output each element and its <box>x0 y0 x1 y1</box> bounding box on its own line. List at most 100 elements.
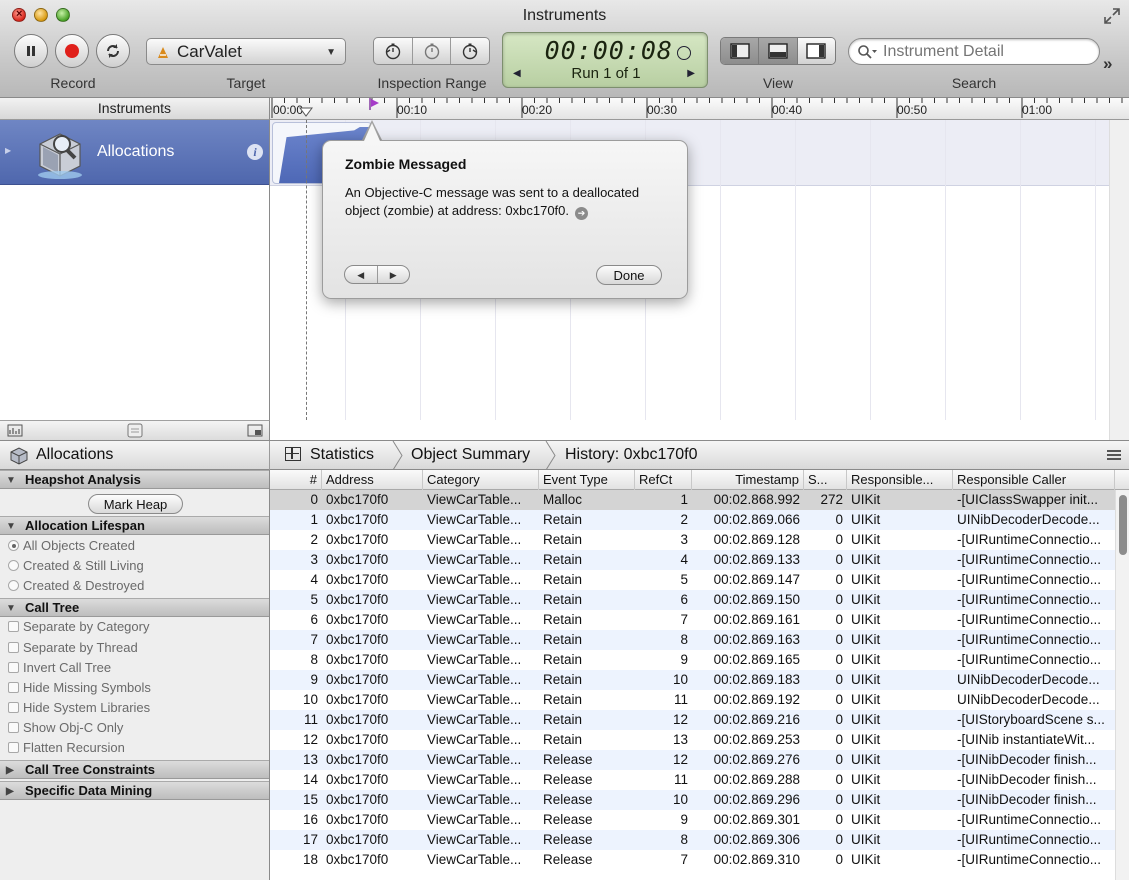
view-right-pane-button[interactable] <box>797 38 835 64</box>
previous-event-button[interactable]: ◀ <box>345 266 378 283</box>
cell-category: ViewCarTable... <box>427 592 522 607</box>
cell-responsible-caller: -[UIRuntimeConnectio... <box>957 612 1102 627</box>
view-bottom-pane-button[interactable] <box>759 38 798 64</box>
chevron-down-icon: ▼ <box>326 47 336 58</box>
pause-button[interactable] <box>14 34 48 68</box>
mark-heap-button[interactable]: Mark Heap <box>88 494 183 514</box>
table-row[interactable]: 2 0xbc170f0 ViewCarTable... Retain 3 00:02.86… <box>270 530 1115 550</box>
inspection-start-button[interactable] <box>374 38 413 64</box>
inspection-clear-button[interactable] <box>413 38 452 64</box>
record-label: Record <box>50 75 96 91</box>
checkbox-hide-system-libraries[interactable]: Hide System Libraries <box>8 699 150 717</box>
checkbox-hide-missing-symbols[interactable]: Hide Missing Symbols <box>8 679 151 697</box>
section-call-tree-constraints[interactable]: ▶ Call Tree Constraints <box>0 760 269 779</box>
cell-event-type: Release <box>543 832 593 847</box>
next-event-button[interactable]: ▶ <box>378 266 410 283</box>
time-ruler[interactable]: 00:00 00:10 00:20 00:30 00:40 00:50 01:0… <box>270 98 1129 120</box>
checkbox-invert-call-tree[interactable]: Invert Call Tree <box>8 659 111 677</box>
cell-event-type: Release <box>543 852 593 867</box>
track-height-icon[interactable] <box>127 423 143 438</box>
radio-created-still-living[interactable]: Created & Still Living <box>8 557 144 575</box>
table-row[interactable]: 1 0xbc170f0 ViewCarTable... Retain 2 00:02.86… <box>270 510 1115 530</box>
table-row[interactable]: 18 0xbc170f0 ViewCarTable... Release 7 00:02.… <box>270 850 1115 870</box>
view-label: View <box>762 75 794 91</box>
done-button[interactable]: Done <box>596 265 662 285</box>
cell-category: ViewCarTable... <box>427 692 522 707</box>
column-header-timestamp[interactable]: Timestamp <box>692 470 804 490</box>
table-row[interactable]: 16 0xbc170f0 ViewCarTable... Release 9 00:02.… <box>270 810 1115 830</box>
table-row[interactable]: 4 0xbc170f0 ViewCarTable... Retain 5 00:02.86… <box>270 570 1115 590</box>
section-specific-data-mining[interactable]: ▶ Specific Data Mining <box>0 781 269 800</box>
graph-style-icon[interactable] <box>7 424 23 437</box>
table-row[interactable]: 7 0xbc170f0 ViewCarTable... Retain 8 00:02.86… <box>270 630 1115 650</box>
table-scrollbar[interactable] <box>1115 490 1129 880</box>
cell-event-type: Retain <box>543 712 583 727</box>
checkbox-flatten-recursion[interactable]: Flatten Recursion <box>8 739 125 757</box>
table-row[interactable]: 3 0xbc170f0 ViewCarTable... Retain 4 00:02.86… <box>270 550 1115 570</box>
column-header-size[interactable]: S... <box>804 470 847 490</box>
table-row[interactable]: 0 0xbc170f0 ViewCarTable... Malloc 1 00:02.86… <box>270 490 1115 510</box>
table-row[interactable]: 12 0xbc170f0 ViewCarTable... Retain 13 00:02.… <box>270 730 1115 750</box>
section-heapshot-analysis[interactable]: ▼ Heapshot Analysis <box>0 470 269 489</box>
cell-timestamp: 00:02.869.128 <box>713 532 800 547</box>
clock-icon[interactable] <box>677 46 691 60</box>
section-allocation-lifespan[interactable]: ▼ Allocation Lifespan <box>0 516 269 535</box>
scroll-thumb[interactable] <box>1119 495 1127 555</box>
instrument-row-allocations[interactable]: ▶ Allocations i <box>0 120 269 185</box>
checkbox-separate-by-category[interactable]: Separate by Category <box>8 618 149 636</box>
table-row[interactable]: 13 0xbc170f0 ViewCarTable... Release 12 00:02… <box>270 750 1115 770</box>
track-scrollbar[interactable] <box>1109 120 1129 440</box>
table-row[interactable]: 11 0xbc170f0 ViewCarTable... Retain 12 00:02.… <box>270 710 1115 730</box>
table-row[interactable]: 15 0xbc170f0 ViewCarTable... Release 10 00:02… <box>270 790 1115 810</box>
cell-timestamp: 00:02.869.133 <box>713 552 800 567</box>
cell-refct: 9 <box>680 812 688 827</box>
table-row[interactable]: 5 0xbc170f0 ViewCarTable... Retain 6 00:02.86… <box>270 590 1115 610</box>
breadcrumb-history[interactable]: History: 0xbc170f0 <box>565 446 698 464</box>
checkbox-show-objc-only[interactable]: Show Obj-C Only <box>8 719 123 737</box>
table-row[interactable]: 6 0xbc170f0 ViewCarTable... Retain 7 00:02.86… <box>270 610 1115 630</box>
cell-category: ViewCarTable... <box>427 532 522 547</box>
restart-button[interactable] <box>96 34 130 68</box>
search-field[interactable] <box>848 38 1100 65</box>
cell-event-type: Retain <box>543 512 583 527</box>
column-header-responsible-caller[interactable]: Responsible Caller <box>953 470 1115 490</box>
cell-responsible-library: UIKit <box>851 652 881 667</box>
section-call-tree[interactable]: ▼ Call Tree <box>0 598 269 617</box>
column-header-category[interactable]: Category <box>423 470 539 490</box>
search-input[interactable] <box>883 43 1093 61</box>
cell-timestamp: 00:02.869.183 <box>713 672 800 687</box>
breadcrumb-statistics[interactable]: Statistics <box>310 446 374 464</box>
checkbox-separate-by-thread[interactable]: Separate by Thread <box>8 639 138 657</box>
view-left-pane-button[interactable] <box>721 38 760 64</box>
next-run-button[interactable]: ▶ <box>687 68 695 79</box>
column-header-address[interactable]: Address <box>322 470 423 490</box>
column-header-refct[interactable]: RefCt <box>635 470 692 490</box>
inspection-end-button[interactable] <box>451 38 489 64</box>
cell-category: ViewCarTable... <box>427 652 522 667</box>
fullscreen-icon[interactable] <box>1103 7 1121 25</box>
table-row[interactable]: 14 0xbc170f0 ViewCarTable... Release 11 00:02… <box>270 770 1115 790</box>
table-row[interactable]: 10 0xbc170f0 ViewCarTable... Retain 11 00:02.… <box>270 690 1115 710</box>
table-row[interactable]: 8 0xbc170f0 ViewCarTable... Retain 9 00:02.86… <box>270 650 1115 670</box>
cell-responsible-caller: -[UIRuntimeConnectio... <box>957 552 1102 567</box>
cell-refct: 13 <box>672 732 688 747</box>
disclosure-triangle-icon[interactable]: ▶ <box>5 146 11 155</box>
table-row[interactable]: 9 0xbc170f0 ViewCarTable... Retain 10 00:02.8… <box>270 670 1115 690</box>
column-header-responsible-library[interactable]: Responsible... <box>847 470 953 490</box>
target-popup[interactable]: CarValet ▼ <box>146 38 346 65</box>
cell-responsible-caller: -[UIStoryboardScene s... <box>957 712 1105 727</box>
detail-toggle-icon[interactable] <box>247 424 263 437</box>
record-button[interactable] <box>55 34 89 68</box>
zombie-goto-icon[interactable]: ➔ <box>575 207 589 220</box>
statistics-icon[interactable] <box>285 447 301 461</box>
elapsed-time: 00:00:08 <box>544 36 673 65</box>
column-header-event-type[interactable]: Event Type <box>539 470 635 490</box>
radio-created-destroyed[interactable]: Created & Destroyed <box>8 577 144 595</box>
menu-icon[interactable] <box>1107 450 1121 462</box>
toolbar-overflow-icon[interactable]: » <box>1103 54 1112 74</box>
column-header-index[interactable]: # <box>270 470 322 490</box>
radio-all-objects-created[interactable]: All Objects Created <box>8 537 135 555</box>
info-icon[interactable]: i <box>247 144 263 160</box>
breadcrumb-object-summary[interactable]: Object Summary <box>411 446 530 464</box>
table-row[interactable]: 17 0xbc170f0 ViewCarTable... Release 8 00:02.… <box>270 830 1115 850</box>
